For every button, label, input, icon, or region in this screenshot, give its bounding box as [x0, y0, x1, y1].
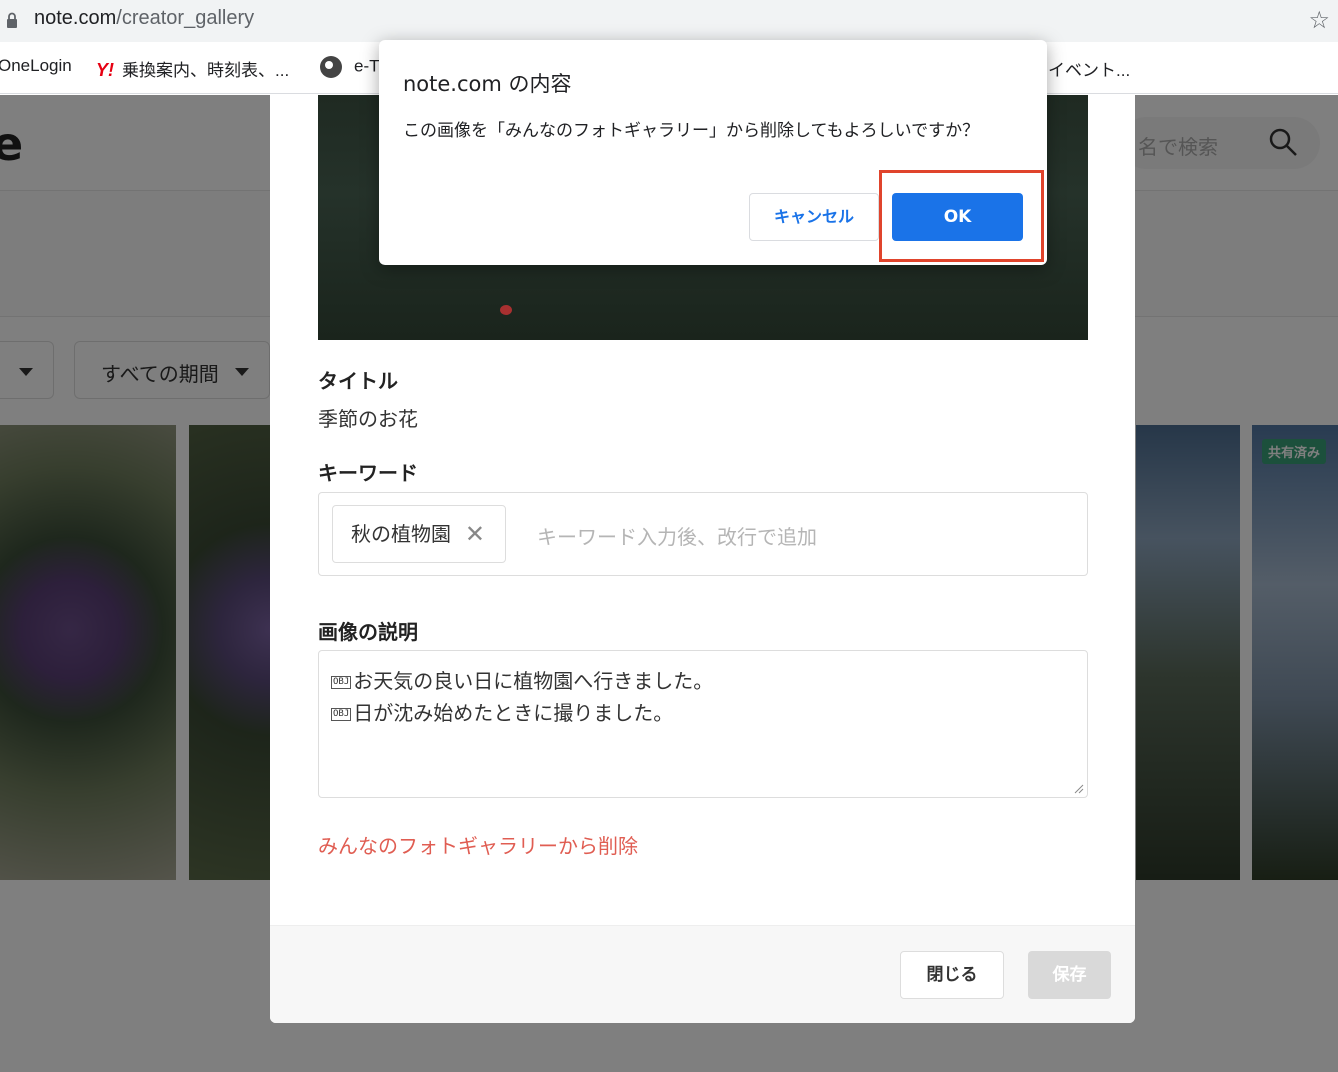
bookmark-label: 乗換案内、時刻表、... — [122, 61, 290, 80]
obj-replacement-glyph: OBJ — [331, 676, 352, 689]
bookmark-star-icon[interactable]: ☆ — [1308, 6, 1330, 34]
description-line: お天気の良い日に植物園へ行きました。 — [353, 669, 714, 693]
ok-highlight-box — [879, 170, 1044, 262]
keyword-chip-label: 秋の植物園 — [351, 522, 451, 546]
lock-icon — [7, 12, 17, 28]
description-textarea[interactable]: OBJ お天気の良い日に植物園へ行きました。 OBJ 日が沈み始めたときに撮りました… — [318, 650, 1088, 798]
save-button[interactable]: 保存 — [1028, 951, 1111, 999]
browser-url-bar[interactable]: note.com/creator_gallery ☆ — [0, 0, 1338, 42]
keyword-input[interactable]: キーワード入力後、改行で追加 — [537, 521, 817, 550]
description-line: 日が沈み始めたときに撮りました。 — [353, 701, 674, 725]
dialog-title: note.com の内容 — [403, 72, 572, 96]
title-label: タイトル — [318, 369, 398, 393]
close-icon[interactable]: ✕ — [465, 506, 485, 562]
obj-replacement-glyph: OBJ — [331, 708, 352, 721]
keyword-field[interactable]: 秋の植物園 ✕ キーワード入力後、改行で追加 — [318, 492, 1088, 576]
title-value: 季節のお花 — [318, 407, 418, 431]
yahoo-icon: Y! — [96, 60, 114, 80]
resize-handle-icon[interactable] — [1074, 784, 1084, 794]
bookmark-onelogin[interactable]: OneLogin — [0, 56, 72, 76]
globe-icon — [320, 56, 342, 78]
modal-footer: 閉じる 保存 — [270, 925, 1135, 1023]
dialog-message: この画像を「みんなのフォトギャラリー」から削除してもよろしいですか？ — [403, 121, 980, 141]
keyword-label: キーワード — [318, 461, 418, 485]
bookmark-et[interactable]: e-T — [320, 56, 380, 78]
close-button[interactable]: 閉じる — [900, 951, 1004, 999]
description-label: 画像の説明 — [318, 620, 418, 644]
bookmark-norikae[interactable]: Y! 乗換案内、時刻表、... — [96, 56, 289, 81]
url-text[interactable]: note.com/creator_gallery — [34, 7, 254, 30]
cancel-button[interactable]: キャンセル — [749, 193, 879, 241]
bookmark-label: e-T — [354, 56, 380, 76]
flower-detail — [500, 305, 512, 315]
bookmark-event[interactable]: イベント... — [1048, 56, 1130, 81]
delete-from-gallery-link[interactable]: みんなのフォトギャラリーから削除 — [318, 830, 638, 859]
keyword-chip: 秋の植物園 ✕ — [332, 505, 506, 563]
